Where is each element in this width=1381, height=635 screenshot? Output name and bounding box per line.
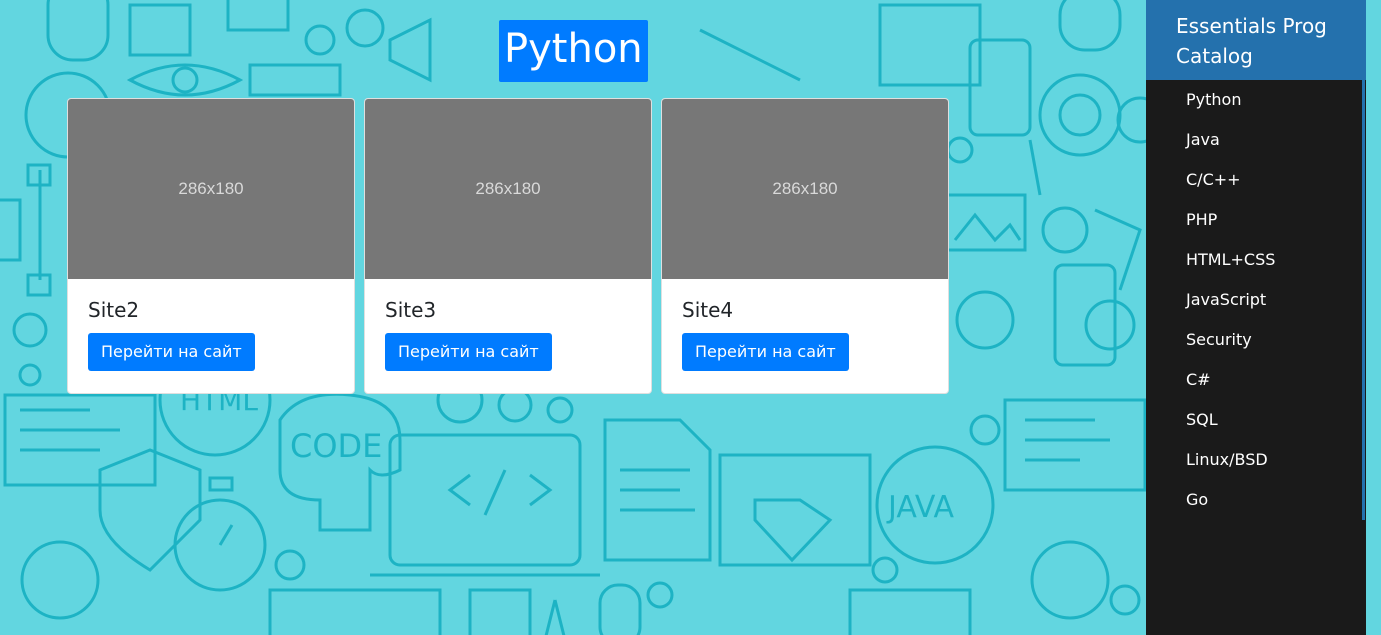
visit-site-button[interactable]: Перейти на сайт — [385, 333, 552, 371]
sidebar-title[interactable]: Essentials Prog Catalog — [1146, 0, 1366, 80]
site-card: 286x180 Site4 Перейти на сайт — [661, 98, 949, 394]
calculator-icon — [468, 588, 532, 635]
java-label: JAVA — [886, 490, 955, 525]
site-card: 286x180 Site3 Перейти на сайт — [364, 98, 652, 394]
gear-icon — [1084, 299, 1136, 351]
sidebar-item-linux-bsd[interactable]: Linux/BSD — [1146, 440, 1366, 480]
sidebar-item-html-css[interactable]: HTML+CSS — [1146, 240, 1366, 280]
gear-icon — [1041, 206, 1089, 254]
chip-icon — [226, 0, 290, 32]
code-brackets-icon — [447, 469, 553, 516]
gear-icon — [646, 581, 674, 609]
sidebar-item-csharp[interactable]: C# — [1146, 360, 1366, 400]
sidebar-item-go[interactable]: Go — [1146, 480, 1366, 520]
laptop-icon — [388, 433, 582, 567]
sidebar-item-c-cpp[interactable]: C/C++ — [1146, 160, 1366, 200]
image-icon — [0, 198, 22, 262]
mouse-icon — [1058, 0, 1122, 52]
browser-icon — [848, 588, 972, 635]
window-icon — [128, 3, 192, 57]
gear-icon — [946, 136, 974, 164]
gear-icon — [546, 396, 574, 424]
sidebar-item-security[interactable]: Security — [1146, 320, 1366, 360]
shield-icon — [98, 448, 202, 572]
tag-icon — [1094, 208, 1142, 291]
site-card: 286x180 Site2 Перейти на сайт — [67, 98, 355, 394]
monitor-icon — [878, 3, 982, 87]
card-body: Site3 Перейти на сайт — [365, 279, 651, 391]
target-icon — [1038, 73, 1122, 157]
browser-icon — [718, 453, 872, 567]
card-image-placeholder: 286x180 — [662, 99, 948, 279]
card-title: Site4 — [682, 298, 734, 322]
sidebar-item-java[interactable]: Java — [1146, 120, 1366, 160]
sidebar-accent-bar — [1362, 80, 1365, 520]
pencil-icon — [544, 599, 566, 635]
sidebar: Essentials Prog Catalog Python Java C/C+… — [1146, 0, 1366, 635]
visit-site-button[interactable]: Перейти на сайт — [682, 333, 849, 371]
keyboard-icon — [268, 588, 442, 635]
wrench-icon — [1030, 540, 1110, 620]
card-body: Site2 Перейти на сайт — [68, 279, 354, 391]
mouse-icon — [598, 583, 642, 635]
code-label: CODE — [290, 427, 382, 465]
browser-icon — [1003, 398, 1146, 492]
card-image-placeholder: 286x180 — [68, 99, 354, 279]
right-edge-strip — [1366, 0, 1381, 635]
gear-icon — [304, 24, 336, 56]
gear-icon — [955, 290, 1015, 350]
gear-icon — [12, 312, 48, 348]
gear-icon — [969, 414, 1001, 446]
card-title: Site2 — [88, 298, 140, 322]
gear-icon — [871, 556, 899, 584]
sidebar-item-javascript[interactable]: JavaScript — [1146, 280, 1366, 320]
sidebar-item-php[interactable]: PHP — [1146, 200, 1366, 240]
site-cards: 286x180 Site2 Перейти на сайт 286x180 Si… — [67, 98, 949, 394]
image-icon — [943, 193, 1027, 252]
sidebar-menu: Python Java C/C++ PHP HTML+CSS JavaScrip… — [1146, 80, 1366, 520]
sidebar-item-sql[interactable]: SQL — [1146, 400, 1366, 440]
browser-icon — [248, 63, 342, 97]
screwdriver-icon — [699, 28, 801, 82]
visit-site-button[interactable]: Перейти на сайт — [88, 333, 255, 371]
card-body: Site4 Перейти на сайт — [662, 279, 948, 391]
sidebar-item-python[interactable]: Python — [1146, 80, 1366, 120]
megaphone-icon — [388, 17, 432, 83]
mouse-icon — [46, 0, 110, 62]
gear-icon — [274, 549, 306, 581]
card-title: Site3 — [385, 298, 437, 322]
gear-icon — [1109, 584, 1141, 616]
wrench-icon — [20, 540, 100, 620]
diamond-icon — [753, 498, 833, 563]
gear-icon — [1116, 96, 1146, 144]
card-image-placeholder: 286x180 — [365, 99, 651, 279]
stand-icon — [1028, 139, 1042, 196]
page-title: Python — [499, 20, 648, 82]
gear-icon — [345, 8, 385, 48]
